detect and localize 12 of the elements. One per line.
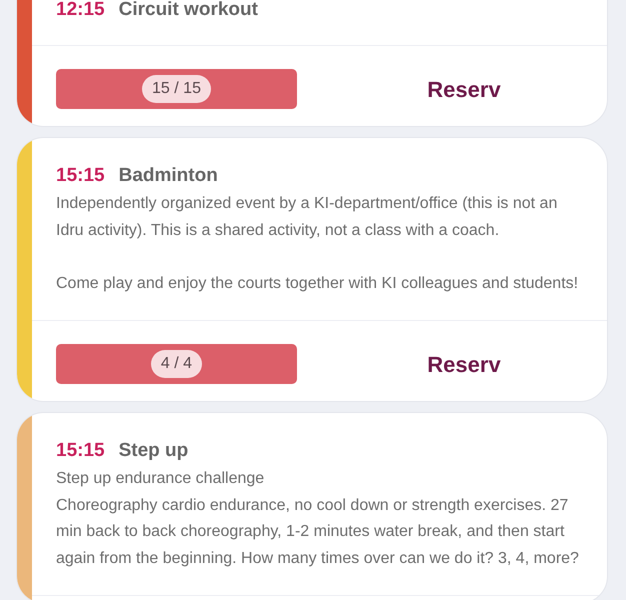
class-title: Badminton [118,164,218,188]
class-description: Step up endurance challenge Choreography cardio endurance, no cool down or strength exercises. 27 min back to back choreography, 1-2 minutes water break, and then start again from the beginning. How many times over can we do it? 3, 4, more? [56,469,580,568]
capacity-count: 15 / 15 [142,75,211,103]
capacity-count: 4 / 4 [150,350,202,378]
reserve-button[interactable]: Reserv [344,344,584,384]
class-title: Step up [118,439,188,463]
class-description: Independently organized event by a KI-department/office (this is not an Idru activity). This is a shared activity, not a class with a coach. Come play and enjoy the courts together with KI colleagues and students! [56,194,580,294]
start-time: 12:15 [56,0,105,22]
start-time: 15:15 [56,439,105,463]
start-time: 15:15 [56,164,105,188]
reserve-button[interactable]: Reserv [344,69,584,109]
class-title: Circuit workout [118,0,258,22]
